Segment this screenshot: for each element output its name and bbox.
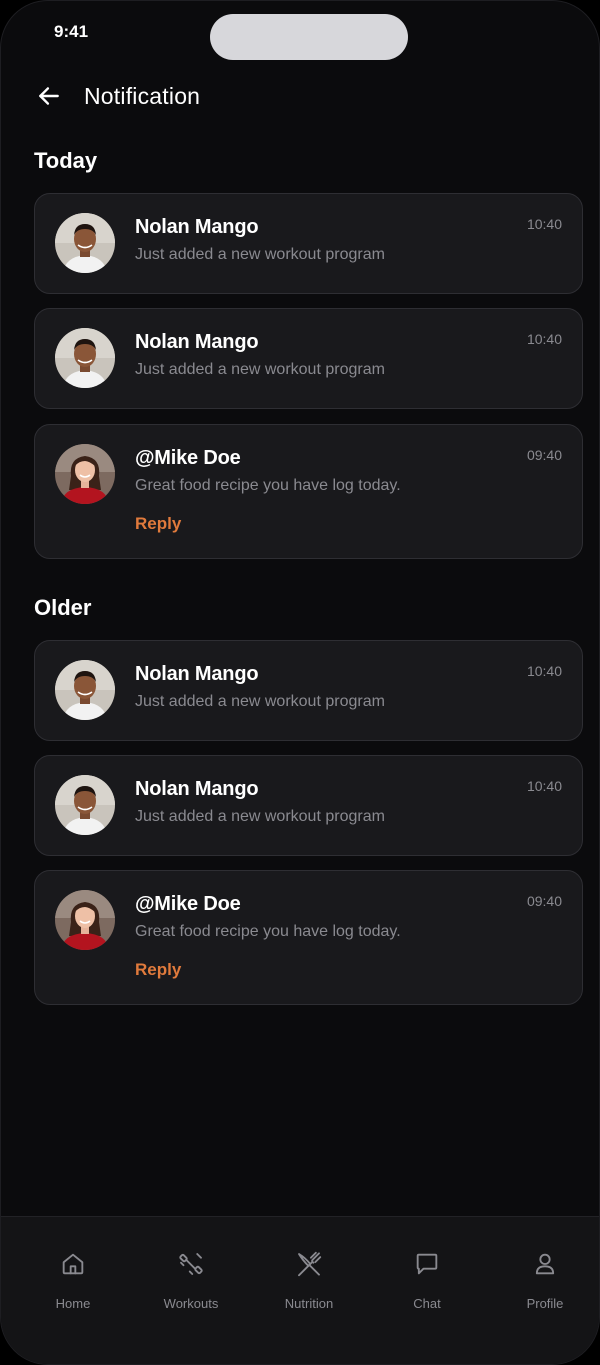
notification-message: Just added a new workout program xyxy=(135,361,385,378)
user-icon xyxy=(530,1249,560,1279)
notification-time: 10:40 xyxy=(526,216,562,232)
arrow-left-icon xyxy=(39,87,59,105)
notification-message: Just added a new workout program xyxy=(135,693,385,710)
dumbbell-icon xyxy=(176,1249,206,1279)
sender-name: @Mike Doe xyxy=(135,893,241,915)
tab-home[interactable]: Home xyxy=(14,1249,132,1311)
notification-message: Just added a new workout program xyxy=(135,246,385,263)
notification-time: 10:40 xyxy=(526,778,562,794)
back-button[interactable] xyxy=(34,81,64,111)
woman-avatar xyxy=(55,890,115,950)
avatar-man xyxy=(55,328,115,388)
reply-button[interactable]: Reply xyxy=(135,514,181,534)
notification-time: 09:40 xyxy=(526,893,562,909)
notification-message: Just added a new workout program xyxy=(135,808,385,825)
sender-name: @Mike Doe xyxy=(135,447,241,469)
bottom-tab-bar: Home Workouts Nutrition Chat Profile xyxy=(1,1216,599,1364)
sender-name: Nolan Mango xyxy=(135,778,259,800)
man-avatar xyxy=(55,775,115,835)
notification-time: 10:40 xyxy=(526,663,562,679)
home-icon xyxy=(58,1249,88,1279)
tab-nutrition[interactable]: Nutrition xyxy=(250,1249,368,1311)
notification-card[interactable]: Nolan Mango Just added a new workout pro… xyxy=(34,308,583,409)
tab-label: Chat xyxy=(413,1296,441,1311)
phone-screen: 9:41 Notification Today Nolan Mango Just… xyxy=(0,0,600,1365)
fork-knife-icon xyxy=(294,1249,324,1279)
header: Notification xyxy=(34,77,200,115)
section-title-today: Today xyxy=(34,148,98,173)
man-avatar xyxy=(55,213,115,273)
tab-label: Workouts xyxy=(163,1296,219,1311)
chat-icon xyxy=(412,1249,442,1279)
sender-name: Nolan Mango xyxy=(135,216,259,238)
status-time: 9:41 xyxy=(54,22,89,41)
avatar-man xyxy=(55,775,115,835)
notification-time: 10:40 xyxy=(526,331,562,347)
notification-card[interactable]: Nolan Mango Just added a new workout pro… xyxy=(34,193,583,294)
tab-label: Profile xyxy=(526,1296,564,1311)
notification-card[interactable]: Nolan Mango Just added a new workout pro… xyxy=(34,640,583,741)
notification-card[interactable]: @Mike Doe Great food recipe you have log… xyxy=(34,424,583,559)
reply-button[interactable]: Reply xyxy=(135,960,181,980)
man-avatar xyxy=(55,328,115,388)
notification-card[interactable]: @Mike Doe Great food recipe you have log… xyxy=(34,870,583,1005)
tab-label: Home xyxy=(55,1296,91,1311)
notification-message: Great food recipe you have log today. xyxy=(135,923,401,940)
woman-avatar xyxy=(55,444,115,504)
tab-workouts[interactable]: Workouts xyxy=(132,1249,250,1311)
notification-message: Great food recipe you have log today. xyxy=(135,477,401,494)
notification-time: 09:40 xyxy=(526,447,562,463)
tab-label: Nutrition xyxy=(284,1296,334,1311)
sender-name: Nolan Mango xyxy=(135,331,259,353)
notification-card[interactable]: Nolan Mango Just added a new workout pro… xyxy=(34,755,583,856)
tab-profile[interactable]: Profile xyxy=(486,1249,599,1311)
sender-name: Nolan Mango xyxy=(135,663,259,685)
dynamic-island xyxy=(210,14,408,60)
avatar-woman xyxy=(55,890,115,950)
section-title-older: Older xyxy=(34,595,92,620)
avatar-man xyxy=(55,213,115,273)
man-avatar xyxy=(55,660,115,720)
page-title: Notification xyxy=(84,82,201,109)
avatar-man xyxy=(55,660,115,720)
avatar-woman xyxy=(55,444,115,504)
tab-chat[interactable]: Chat xyxy=(368,1249,486,1311)
